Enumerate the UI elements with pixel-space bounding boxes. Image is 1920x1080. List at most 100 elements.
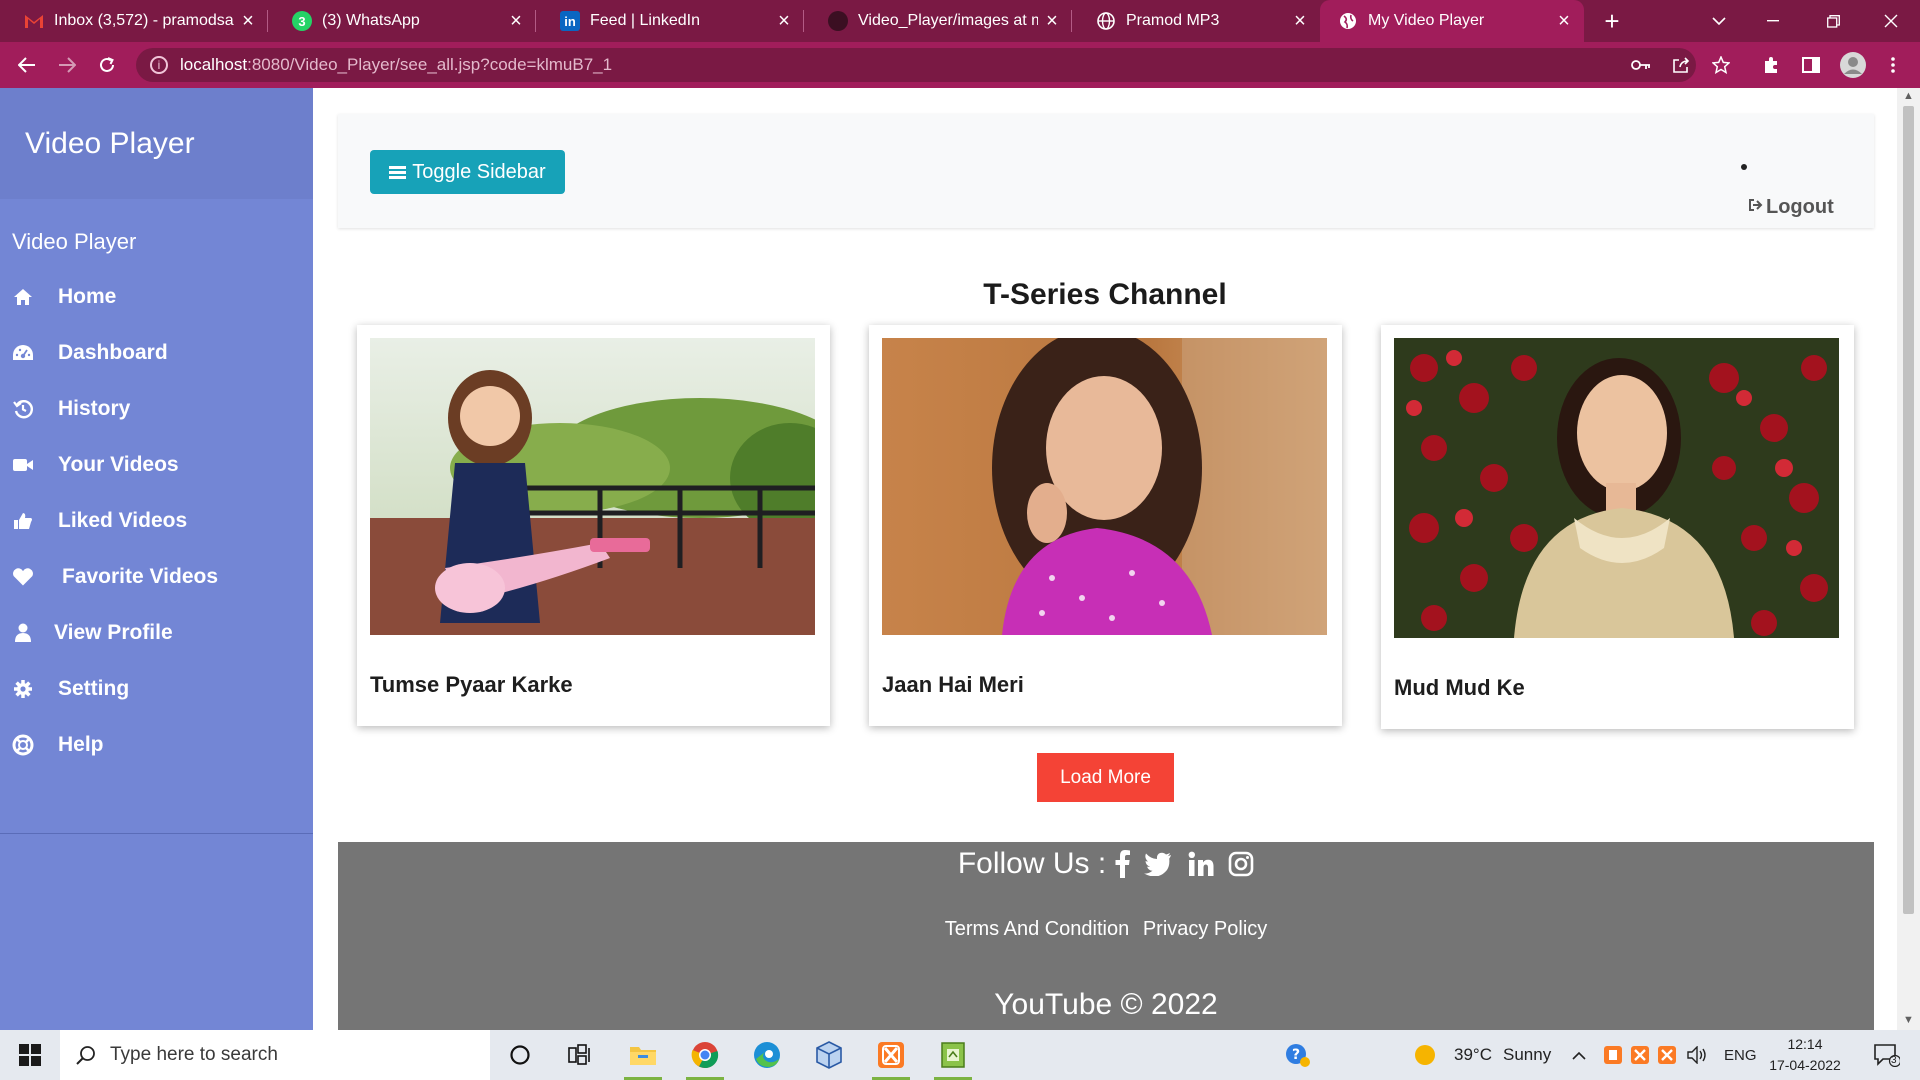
tab-gmail[interactable]: Inbox (3,572) - pramodsaini × (0, 0, 268, 42)
history-icon (12, 398, 34, 420)
sidebar-item-dashboard[interactable]: Dashboard (0, 325, 313, 381)
video-card[interactable]: Jaan Hai Meri (869, 325, 1342, 726)
virtualbox-icon[interactable] (804, 1030, 854, 1080)
sidebar-item-history[interactable]: History (0, 381, 313, 437)
close-icon[interactable]: × (1038, 10, 1066, 33)
sidebar-item-view-profile[interactable]: View Profile (0, 605, 313, 661)
sidebar-item-favorite-videos[interactable]: Favorite Videos (0, 549, 313, 605)
site-info-icon[interactable]: i (150, 56, 168, 74)
forward-arrow-icon[interactable] (52, 50, 82, 80)
video-title[interactable]: Mud Mud Ke (1394, 675, 1525, 701)
xampp-tray-icon[interactable] (1600, 1030, 1626, 1080)
sidebar-item-label: History (58, 397, 131, 420)
window-close-button[interactable] (1862, 0, 1920, 42)
facebook-icon[interactable] (1114, 850, 1131, 878)
windows-start-icon[interactable] (0, 1030, 60, 1080)
search-placeholder: Type here to search (110, 1044, 278, 1065)
sidebar-divider (0, 833, 313, 834)
tab-pramod-mp3[interactable]: Pramod MP3 × (1072, 0, 1320, 42)
weather-temp[interactable]: 39°C (1454, 1030, 1492, 1080)
video-thumbnail[interactable] (1394, 338, 1839, 638)
tab-my-video-player[interactable]: My Video Player × (1320, 0, 1584, 42)
chrome-icon[interactable] (680, 1030, 730, 1080)
tab-github[interactable]: Video_Player/images at main × (804, 0, 1072, 42)
minimize-button[interactable] (1744, 0, 1802, 42)
side-panel-icon[interactable] (1798, 52, 1824, 78)
sidebar-item-setting[interactable]: Setting (0, 661, 313, 717)
cortana-icon[interactable] (495, 1030, 545, 1080)
sidebar-item-liked-videos[interactable]: Liked Videos (0, 493, 313, 549)
scroll-down-arrow-icon[interactable]: ▼ (1902, 1014, 1915, 1027)
sidebar-item-your-videos[interactable]: Your Videos (0, 437, 313, 493)
back-arrow-icon[interactable] (12, 50, 42, 80)
xampp-tray-icon[interactable] (1654, 1030, 1680, 1080)
toggle-sidebar-button[interactable]: Toggle Sidebar (370, 150, 565, 194)
video-thumbnail[interactable] (370, 338, 815, 635)
help-tips-icon[interactable]: ? (1273, 1030, 1323, 1080)
weather-sun-icon[interactable] (1405, 1030, 1445, 1080)
twitter-icon[interactable] (1144, 852, 1172, 876)
user-icon (12, 622, 34, 644)
video-card[interactable]: Tumse Pyaar Karke (357, 325, 830, 726)
notification-center-icon[interactable]: 3 (1862, 1030, 1912, 1080)
volume-icon[interactable] (1682, 1030, 1714, 1080)
sidebar-item-home[interactable]: Home (0, 269, 313, 325)
tray-chevron-up-icon[interactable] (1572, 1030, 1586, 1080)
linkedin-icon: in (560, 11, 580, 31)
url-host: localhost (180, 55, 248, 74)
profile-avatar-icon[interactable] (1840, 52, 1866, 78)
xampp-tray-icon[interactable] (1627, 1030, 1653, 1080)
close-icon[interactable]: × (502, 10, 530, 33)
channel-title: T-Series Channel (983, 278, 1227, 311)
taskbar-search[interactable]: Type here to search (60, 1030, 490, 1080)
page-scrollbar[interactable]: ▲ ▼ (1897, 88, 1920, 1030)
bookmark-star-icon[interactable] (1708, 52, 1734, 78)
video-camera-icon (12, 454, 34, 476)
task-view-icon[interactable] (555, 1030, 605, 1080)
system-clock[interactable]: 12:14 17-04-2022 (1760, 1034, 1850, 1076)
url-bar[interactable]: i localhost :8080/Video_Player/see_all.j… (136, 48, 1696, 82)
globe-icon (1096, 11, 1116, 31)
scrollbar-thumb[interactable] (1903, 106, 1914, 914)
tab-whatsapp[interactable]: 3 (3) WhatsApp × (268, 0, 536, 42)
video-title[interactable]: Tumse Pyaar Karke (370, 672, 573, 698)
close-icon[interactable]: × (1286, 10, 1314, 33)
sidebar-item-label: View Profile (54, 621, 173, 644)
privacy-link[interactable]: Privacy Policy (1143, 918, 1267, 940)
logout-label: Logout (1766, 196, 1834, 218)
reload-icon[interactable] (92, 50, 122, 80)
xampp-icon[interactable] (866, 1030, 916, 1080)
weather-condition[interactable]: Sunny (1503, 1030, 1551, 1080)
tab-search-chevron-icon[interactable] (1690, 0, 1748, 42)
terms-link[interactable]: Terms And Condition (945, 918, 1130, 940)
extensions-puzzle-icon[interactable] (1758, 52, 1784, 78)
file-explorer-icon[interactable] (618, 1030, 668, 1080)
instagram-icon[interactable] (1228, 851, 1254, 877)
new-tab-button[interactable]: + (1584, 0, 1640, 42)
sidebar-header: Video Player (0, 88, 313, 199)
restore-button[interactable] (1804, 0, 1862, 42)
close-icon[interactable]: × (1550, 10, 1578, 33)
scroll-up-arrow-icon[interactable]: ▲ (1902, 90, 1915, 103)
linkedin-icon[interactable] (1188, 851, 1214, 877)
key-icon[interactable] (1628, 52, 1654, 78)
clock-time: 12:14 (1787, 1036, 1823, 1052)
close-icon[interactable]: × (770, 10, 798, 33)
video-title[interactable]: Jaan Hai Meri (882, 672, 1024, 698)
share-icon[interactable] (1668, 52, 1694, 78)
load-more-button[interactable]: Load More (1037, 753, 1174, 802)
notification-count: 3 (1891, 1055, 1897, 1066)
windows-taskbar: Type here to search ? 39°C Sunny ENG 12:… (0, 1030, 1920, 1080)
browser-menu-icon[interactable] (1880, 52, 1906, 78)
video-thumbnail[interactable] (882, 338, 1327, 635)
search-icon (76, 1045, 96, 1065)
tab-linkedin[interactable]: in Feed | LinkedIn × (536, 0, 804, 42)
edge-icon[interactable] (742, 1030, 792, 1080)
globe-icon (1338, 11, 1358, 31)
video-card[interactable]: Mud Mud Ke (1381, 325, 1854, 729)
close-icon[interactable]: × (234, 10, 262, 33)
sidebar-item-help[interactable]: Help (0, 717, 313, 773)
notepad-plus-icon[interactable] (928, 1030, 978, 1080)
logout-link[interactable]: Logout (1748, 196, 1834, 219)
language-indicator[interactable]: ENG (1724, 1030, 1757, 1080)
